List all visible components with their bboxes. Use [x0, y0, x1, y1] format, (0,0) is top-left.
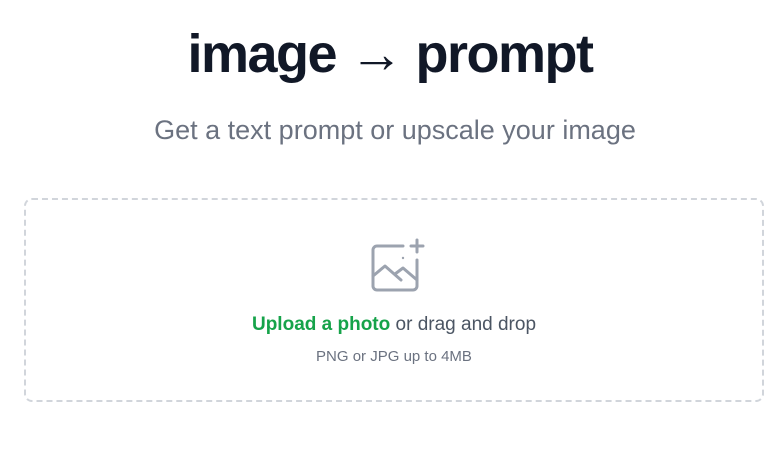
upload-photo-link[interactable]: Upload a photo	[252, 314, 390, 335]
page-subtitle: Get a text prompt or upscale your image	[154, 115, 636, 145]
file-type-hint: PNG or JPG up to 4MB	[316, 348, 472, 365]
image-add-icon	[369, 236, 425, 296]
page-title: image → prompt	[187, 24, 594, 84]
upload-dropzone[interactable]: Upload a photo or drag and drop PNG or J…	[24, 198, 764, 402]
page: image → prompt Get a text prompt or upsc…	[0, 0, 780, 450]
upload-instructions: Upload a photo or drag and drop	[26, 312, 762, 338]
drag-drop-text: or drag and drop	[390, 314, 537, 335]
